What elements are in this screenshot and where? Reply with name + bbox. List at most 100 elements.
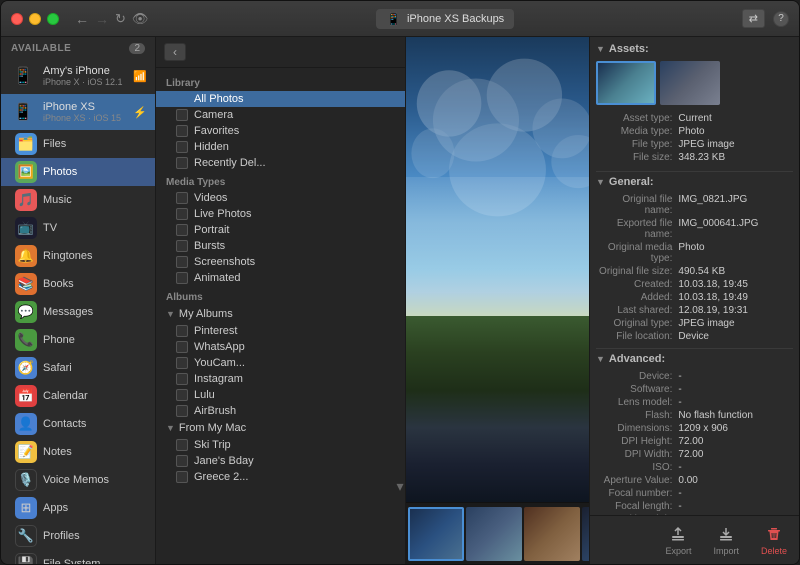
tree-item-lulu[interactable]: Lulu (156, 387, 405, 403)
whatsapp-label: WhatsApp (194, 341, 245, 353)
minimize-button[interactable] (29, 13, 41, 25)
my-albums-group[interactable]: ▼ My Albums (156, 305, 405, 323)
assets-header: ▼ Assets: (596, 43, 793, 55)
tree-item-youcam[interactable]: YouCam... (156, 355, 405, 371)
tree-item-greece[interactable]: Greece 2... (156, 469, 405, 485)
screenshots-checkbox[interactable] (176, 256, 188, 268)
from-my-mac-group[interactable]: ▼ From My Mac (156, 419, 405, 437)
tree-item-instagram[interactable]: Instagram (156, 371, 405, 387)
airbrush-checkbox[interactable] (176, 405, 188, 417)
portrait-checkbox[interactable] (176, 224, 188, 236)
favorites-checkbox[interactable] (176, 125, 188, 137)
sidebar-item-calendar[interactable]: 📅 Calendar (1, 382, 155, 410)
forward-icon[interactable]: → (95, 11, 109, 27)
lulu-checkbox[interactable] (176, 389, 188, 401)
filmstrip-photo-1[interactable] (408, 507, 464, 561)
photo-main[interactable] (406, 37, 589, 502)
swap-button[interactable]: ⇄ (742, 9, 765, 28)
greece-checkbox[interactable] (176, 471, 188, 483)
sidebar-item-music[interactable]: 🎵 Music (1, 186, 155, 214)
file-system-label: File System (43, 558, 100, 564)
bursts-checkbox[interactable] (176, 240, 188, 252)
whatsapp-checkbox[interactable] (176, 341, 188, 353)
sidebar-item-phone[interactable]: 📞 Phone (1, 326, 155, 354)
export-icon (668, 524, 688, 544)
sidebar-item-files[interactable]: 🗂️ Files (1, 130, 155, 158)
dimensions-key: Dimensions: (596, 423, 678, 434)
sidebar-item-safari[interactable]: 🧭 Safari (1, 354, 155, 382)
sidebar-item-file-system[interactable]: 💾 File System (1, 550, 155, 564)
file-type-value: JPEG image (678, 139, 793, 150)
tree-item-all-photos[interactable]: All Photos (156, 91, 405, 107)
all-photos-checkbox[interactable] (176, 93, 188, 105)
tree-item-camera[interactable]: Camera (156, 107, 405, 123)
app-window: ← → ↻ 👁 📱 iPhone XS Backups ⇄ ? AVAILABL… (0, 0, 800, 565)
titlebar-right: ⇄ ? (742, 9, 789, 28)
iphone-xs-name: iPhone XS (43, 101, 127, 113)
sidebar-item-contacts[interactable]: 👤 Contacts (1, 410, 155, 438)
back-icon[interactable]: ← (75, 11, 89, 27)
videos-checkbox[interactable] (176, 192, 188, 204)
sidebar-item-notes[interactable]: 📝 Notes (1, 438, 155, 466)
tree-item-recently-deleted[interactable]: Recently Del... (156, 155, 405, 171)
recently-deleted-checkbox[interactable] (176, 157, 188, 169)
live-photos-checkbox[interactable] (176, 208, 188, 220)
filmstrip-photo-4[interactable] (582, 507, 589, 561)
sidebar-item-apps[interactable]: ⊞ Apps (1, 494, 155, 522)
filmstrip-photo-3[interactable] (524, 507, 580, 561)
animated-checkbox[interactable] (176, 272, 188, 284)
sidebar-item-tv[interactable]: 📺 TV (1, 214, 155, 242)
help-button[interactable]: ? (773, 11, 789, 27)
hidden-checkbox[interactable] (176, 141, 188, 153)
refresh-icon[interactable]: ↻ (115, 11, 126, 27)
sidebar-item-voice-memos[interactable]: 🎙️ Voice Memos (1, 466, 155, 494)
sidebar-item-books[interactable]: 📚 Books (1, 270, 155, 298)
maximize-button[interactable] (47, 13, 59, 25)
focal-length-value: - (678, 501, 793, 512)
janes-bday-checkbox[interactable] (176, 455, 188, 467)
file-location-key: File location: (596, 331, 678, 342)
delete-button[interactable]: Delete (755, 522, 793, 558)
sidebar-item-messages[interactable]: 💬 Messages (1, 298, 155, 326)
tree-item-hidden[interactable]: Hidden (156, 139, 405, 155)
youcam-checkbox[interactable] (176, 357, 188, 369)
instagram-checkbox[interactable] (176, 373, 188, 385)
tree-item-favorites[interactable]: Favorites (156, 123, 405, 139)
close-button[interactable] (11, 13, 23, 25)
tree-item-janes-bday[interactable]: Jane's Bday (156, 453, 405, 469)
photos-icon: 🖼️ (15, 161, 37, 183)
thumb-1[interactable] (596, 61, 656, 105)
filmstrip-photo-2[interactable] (466, 507, 522, 561)
camera-checkbox[interactable] (176, 109, 188, 121)
tree-item-animated[interactable]: Animated (156, 270, 405, 286)
ski-trip-checkbox[interactable] (176, 439, 188, 451)
import-button[interactable]: Import (707, 522, 745, 558)
aperture-row: Aperture Value: 0.00 (596, 475, 793, 486)
sidebar-item-profiles[interactable]: 🔧 Profiles (1, 522, 155, 550)
sidebar-item-amys-iphone[interactable]: 📱 Amy's iPhone iPhone X · iOS 12.1 📶 (1, 58, 155, 94)
tree-item-airbrush[interactable]: AirBrush (156, 403, 405, 419)
pinterest-checkbox[interactable] (176, 325, 188, 337)
flash-value: No flash function (678, 410, 793, 421)
thumb-2[interactable] (660, 61, 720, 105)
dpi-width-key: DPI Width: (596, 449, 678, 460)
tree-item-live-photos[interactable]: Live Photos (156, 206, 405, 222)
sidebar-item-ringtones[interactable]: 🔔 Ringtones (1, 242, 155, 270)
tree-item-videos[interactable]: Videos (156, 190, 405, 206)
device-title-label: iPhone XS Backups (407, 13, 504, 25)
tree-item-portrait[interactable]: Portrait (156, 222, 405, 238)
tree-item-bursts[interactable]: Bursts (156, 238, 405, 254)
export-button[interactable]: Export (659, 522, 697, 558)
tree-item-ski-trip[interactable]: Ski Trip (156, 437, 405, 453)
back-button[interactable]: ‹ (164, 43, 186, 61)
divider-1 (596, 171, 793, 172)
eye-icon[interactable]: 👁 (132, 11, 149, 27)
iso-row: ISO: - (596, 462, 793, 473)
tree-item-pinterest[interactable]: Pinterest (156, 323, 405, 339)
sidebar-item-iphone-xs[interactable]: 📱 iPhone XS iPhone XS · iOS 15 ⚡ (1, 94, 155, 130)
iso-key: ISO: (596, 462, 678, 473)
tree-item-whatsapp[interactable]: WhatsApp (156, 339, 405, 355)
file-type-key: File type: (596, 139, 678, 150)
tree-item-screenshots[interactable]: Screenshots (156, 254, 405, 270)
sidebar-item-photos[interactable]: 🖼️ Photos (1, 158, 155, 186)
